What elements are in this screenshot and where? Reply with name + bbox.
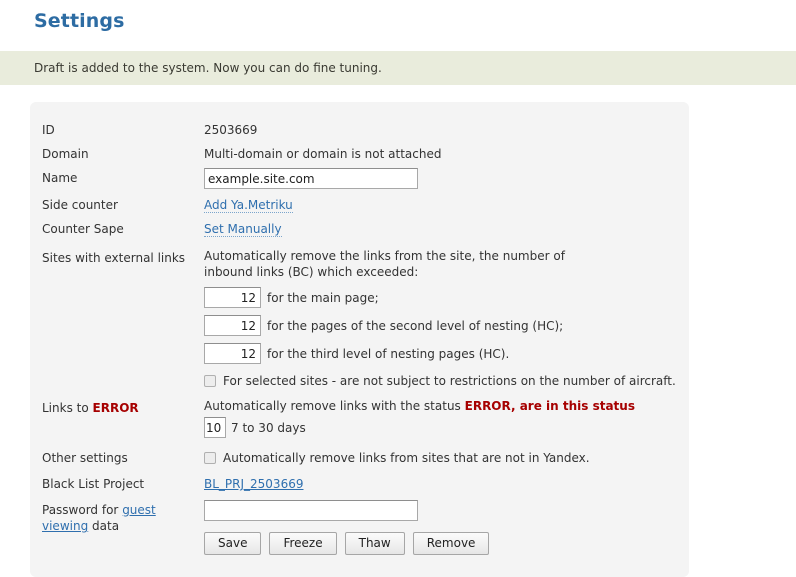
label-password: Password for guest viewing data <box>30 500 204 534</box>
freeze-button[interactable]: Freeze <box>269 532 337 555</box>
label-side-counter: Side counter <box>42 198 118 212</box>
name-input[interactable] <box>204 168 418 189</box>
label-external-links: Sites with external links <box>42 251 186 265</box>
label-id: ID <box>42 123 55 137</box>
label-links-to-error: Links to ERROR <box>30 398 204 418</box>
third-level-limit-caption: for the third level of nesting pages (HC… <box>267 346 510 361</box>
set-manually-link[interactable]: Set Manually <box>204 222 282 237</box>
notification-text: Draft is added to the system. Now you ca… <box>34 61 382 75</box>
field-row-password: Password for guest viewing data Save Fre… <box>30 500 689 555</box>
action-button-row: Save Freeze Thaw Remove <box>204 532 689 555</box>
field-row-id: ID 2503669 <box>30 120 689 140</box>
not-in-yandex-checkbox[interactable] <box>204 452 216 464</box>
external-links-description: Automatically remove the links from the … <box>204 248 689 280</box>
password-input[interactable] <box>204 500 418 521</box>
field-row-side-counter: Side counter Add Ya.Metriku <box>30 195 689 215</box>
label-name: Name <box>42 171 78 185</box>
value-domain: Multi-domain or domain is not attached <box>204 147 442 161</box>
selected-sites-checkbox-row: For selected sites - are not subject to … <box>204 374 689 388</box>
external-links-field-1: for the main page; <box>204 287 689 308</box>
settings-panel: ID 2503669 Domain Multi-domain or domain… <box>30 102 689 577</box>
links-to-error-description-prefix: Automatically remove links with the stat… <box>204 399 465 413</box>
not-in-yandex-checkbox-label: Automatically remove links from sites th… <box>223 451 590 465</box>
error-days-caption: 7 to 30 days <box>231 420 306 435</box>
notification-banner: Draft is added to the system. Now you ca… <box>0 51 796 85</box>
second-level-limit-caption: for the pages of the second level of nes… <box>267 318 564 333</box>
external-links-field-2: for the pages of the second level of nes… <box>204 315 689 336</box>
label-other-settings: Other settings <box>42 451 128 465</box>
yandex-checkbox-row: Automatically remove links from sites th… <box>204 451 689 465</box>
second-level-limit-input[interactable] <box>204 315 261 336</box>
save-button[interactable]: Save <box>204 532 262 555</box>
black-list-project-link[interactable]: BL_PRJ_2503669 <box>204 477 303 491</box>
external-links-field-3: for the third level of nesting pages (HC… <box>204 343 689 364</box>
selected-sites-checkbox[interactable] <box>204 375 216 387</box>
error-days-input[interactable] <box>204 417 226 438</box>
field-row-other-settings: Other settings Automatically remove link… <box>30 448 689 468</box>
label-counter-sape: Counter Sape <box>42 222 124 236</box>
field-row-black-list: Black List Project BL_PRJ_2503669 <box>30 474 689 494</box>
field-row-domain: Domain Multi-domain or domain is not att… <box>30 144 689 164</box>
main-page-limit-caption: for the main page; <box>267 290 379 305</box>
label-password-suffix: data <box>88 519 120 533</box>
thaw-button[interactable]: Thaw <box>344 532 405 555</box>
field-row-external-links: Sites with external links Automatically … <box>30 248 689 388</box>
links-to-error-description-emphasis: ERROR, are in this status <box>464 399 635 413</box>
label-black-list: Black List Project <box>42 477 145 491</box>
add-ya-metriku-link[interactable]: Add Ya.Metriku <box>204 198 293 213</box>
page-title: Settings <box>34 10 125 32</box>
field-row-counter-sape: Counter Sape Set Manually <box>30 219 689 239</box>
field-row-name: Name <box>30 168 689 189</box>
selected-sites-checkbox-label: For selected sites - are not subject to … <box>223 374 676 388</box>
external-links-description-line2: inbound links (BC) which exceeded: <box>204 265 419 279</box>
main-page-limit-input[interactable] <box>204 287 261 308</box>
label-domain: Domain <box>42 147 89 161</box>
field-row-links-to-error: Links to ERROR Automatically remove link… <box>30 398 689 438</box>
label-links-to-error-emphasis: ERROR <box>92 401 139 415</box>
remove-button[interactable]: Remove <box>412 532 490 555</box>
third-level-limit-input[interactable] <box>204 343 261 364</box>
error-days-row: 7 to 30 days <box>204 417 689 438</box>
external-links-description-line1: Automatically remove the links from the … <box>204 249 565 263</box>
label-links-to-error-prefix: Links to <box>42 401 93 415</box>
links-to-error-description: Automatically remove links with the stat… <box>204 398 689 414</box>
label-password-prefix: Password for <box>42 503 123 517</box>
value-id: 2503669 <box>204 123 258 137</box>
